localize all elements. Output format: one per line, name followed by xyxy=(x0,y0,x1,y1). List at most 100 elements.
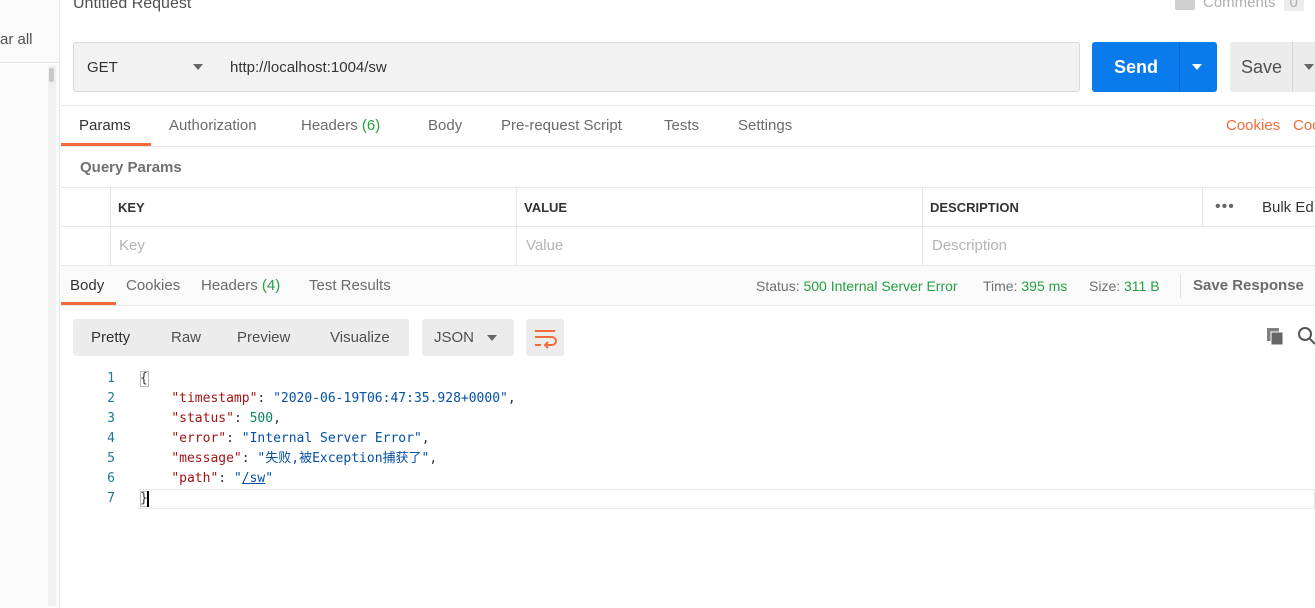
code-line: 6 "path": "/sw" xyxy=(61,469,1315,489)
bulk-edit-link[interactable]: Bulk Ed xyxy=(1262,199,1314,216)
code-line: 5 "message": "失败,被Exception捕获了", xyxy=(61,449,1315,469)
send-label: Send xyxy=(1114,57,1159,77)
json-string: "Internal Server Error" xyxy=(241,431,422,446)
send-options-chevron-icon[interactable] xyxy=(1192,64,1202,70)
save-button[interactable]: Save xyxy=(1230,42,1315,92)
json-key: "error" xyxy=(171,431,227,446)
method-select[interactable]: GET xyxy=(73,42,218,92)
tab-body[interactable]: Body xyxy=(428,117,462,134)
status-readout: Status: 500 Internal Server Error xyxy=(756,278,958,294)
method-label: GET xyxy=(87,58,118,76)
request-title[interactable]: Untitled Request xyxy=(73,0,191,13)
line-number: 1 xyxy=(107,371,115,386)
comments-count: 0 xyxy=(1283,0,1304,11)
header-divider xyxy=(61,226,1315,227)
format-tab-preview[interactable]: Preview xyxy=(237,329,290,346)
wrap-lines-icon xyxy=(535,330,557,349)
clear-all-link[interactable]: ar all xyxy=(0,31,33,48)
value-input[interactable]: Value xyxy=(526,237,563,254)
query-params-title: Query Params xyxy=(80,159,182,176)
response-tab-headers-label: Headers xyxy=(201,277,258,294)
language-select[interactable]: JSON xyxy=(422,319,514,356)
time-label: Time: xyxy=(983,278,1018,294)
code-line: 7 } xyxy=(61,489,1315,509)
url-text: http://localhost:1004/sw xyxy=(230,58,387,76)
key-input[interactable]: Key xyxy=(119,237,145,254)
tab-headers[interactable]: Headers (6) xyxy=(301,117,380,134)
line-number: 5 xyxy=(107,451,115,466)
response-tab-test-results[interactable]: Test Results xyxy=(309,277,391,294)
sidebar-divider xyxy=(0,62,60,63)
format-tab-visualize[interactable]: Visualize xyxy=(330,329,390,346)
line-number: 6 xyxy=(107,471,115,486)
language-label: JSON xyxy=(434,329,475,346)
json-key: "message" xyxy=(171,451,242,466)
response-tab-body[interactable]: Body xyxy=(70,277,104,294)
response-tab-cookies[interactable]: Cookies xyxy=(126,277,180,294)
format-tabs: Pretty Raw Preview Visualize xyxy=(73,319,409,356)
tab-authorization[interactable]: Authorization xyxy=(169,117,257,134)
size-readout: Size: 311 B xyxy=(1089,278,1160,294)
json-quote: " xyxy=(233,471,242,486)
meta-divider xyxy=(1180,274,1181,298)
column-header-value: VALUE xyxy=(524,200,568,215)
json-key: "timestamp" xyxy=(171,391,258,406)
active-response-tab-indicator xyxy=(61,302,116,305)
description-input[interactable]: Description xyxy=(932,237,1007,254)
column-divider xyxy=(516,188,517,266)
line-number: 2 xyxy=(107,391,115,406)
response-tab-headers[interactable]: Headers (4) xyxy=(201,277,280,294)
comment-icon xyxy=(1175,0,1195,10)
code-line: 3 "status": 500, xyxy=(61,409,1315,429)
format-tab-raw[interactable]: Raw xyxy=(171,329,201,346)
time-value: 395 ms xyxy=(1021,278,1068,294)
copy-icon[interactable] xyxy=(1265,326,1285,346)
tab-headers-count: (6) xyxy=(361,117,381,134)
format-tab-pretty[interactable]: Pretty xyxy=(91,329,130,346)
text-cursor xyxy=(147,491,149,507)
column-divider xyxy=(110,188,111,266)
cookies-link[interactable]: Cookies xyxy=(1226,117,1280,134)
response-tabs: Body Cookies Headers (4) Test Results St… xyxy=(61,265,1315,306)
comments-button[interactable]: Comments 0 xyxy=(1175,0,1304,11)
sidebar-scroll-thumb[interactable] xyxy=(49,68,54,82)
tab-prerequest-script[interactable]: Pre-request Script xyxy=(501,117,622,134)
line-number: 3 xyxy=(107,411,115,426)
json-link[interactable]: /sw xyxy=(242,471,265,486)
response-tab-headers-count: (4) xyxy=(261,277,281,294)
code-link[interactable]: Coc xyxy=(1293,117,1315,134)
size-label: Size: xyxy=(1089,278,1121,294)
sidebar: ar all xyxy=(0,0,60,608)
column-divider xyxy=(1202,188,1203,226)
save-options-chevron-icon[interactable] xyxy=(1304,64,1314,70)
line-number: 7 xyxy=(107,491,115,506)
tab-params[interactable]: Params xyxy=(79,117,131,134)
column-header-description: DESCRIPTION xyxy=(930,200,1019,215)
json-key: "status" xyxy=(171,411,234,426)
json-brace: { xyxy=(140,371,148,386)
tab-settings[interactable]: Settings xyxy=(738,117,792,134)
chevron-down-icon xyxy=(487,335,497,341)
save-divider xyxy=(1292,42,1293,92)
request-tabs: Params Authorization Headers (6) Body Pr… xyxy=(61,105,1315,147)
url-input[interactable]: http://localhost:1004/sw xyxy=(217,42,1080,92)
time-readout: Time: 395 ms xyxy=(983,278,1067,294)
save-response-button[interactable]: Save Response xyxy=(1193,277,1304,294)
comments-label: Comments xyxy=(1203,0,1276,11)
json-key: "path" xyxy=(171,471,219,486)
send-button[interactable]: Send xyxy=(1092,42,1217,92)
tab-tests[interactable]: Tests xyxy=(664,117,699,134)
code-line: 1 { xyxy=(61,369,1315,389)
tab-headers-label: Headers xyxy=(301,117,358,134)
json-quote: " xyxy=(265,471,274,486)
search-icon[interactable] xyxy=(1297,326,1315,346)
more-options-icon[interactable]: ••• xyxy=(1215,198,1235,216)
wrap-lines-button[interactable] xyxy=(526,319,564,356)
save-label: Save xyxy=(1241,57,1283,77)
sidebar-scrollbar[interactable] xyxy=(48,66,56,606)
column-divider xyxy=(922,188,923,266)
send-divider xyxy=(1179,42,1180,92)
query-params-table: KEY VALUE DESCRIPTION ••• Bulk Ed Key Va… xyxy=(61,187,1315,266)
response-body-editor[interactable]: 1 { 2 "timestamp": "2020-06-19T06:47:35.… xyxy=(61,369,1315,509)
size-value: 311 B xyxy=(1124,278,1160,294)
